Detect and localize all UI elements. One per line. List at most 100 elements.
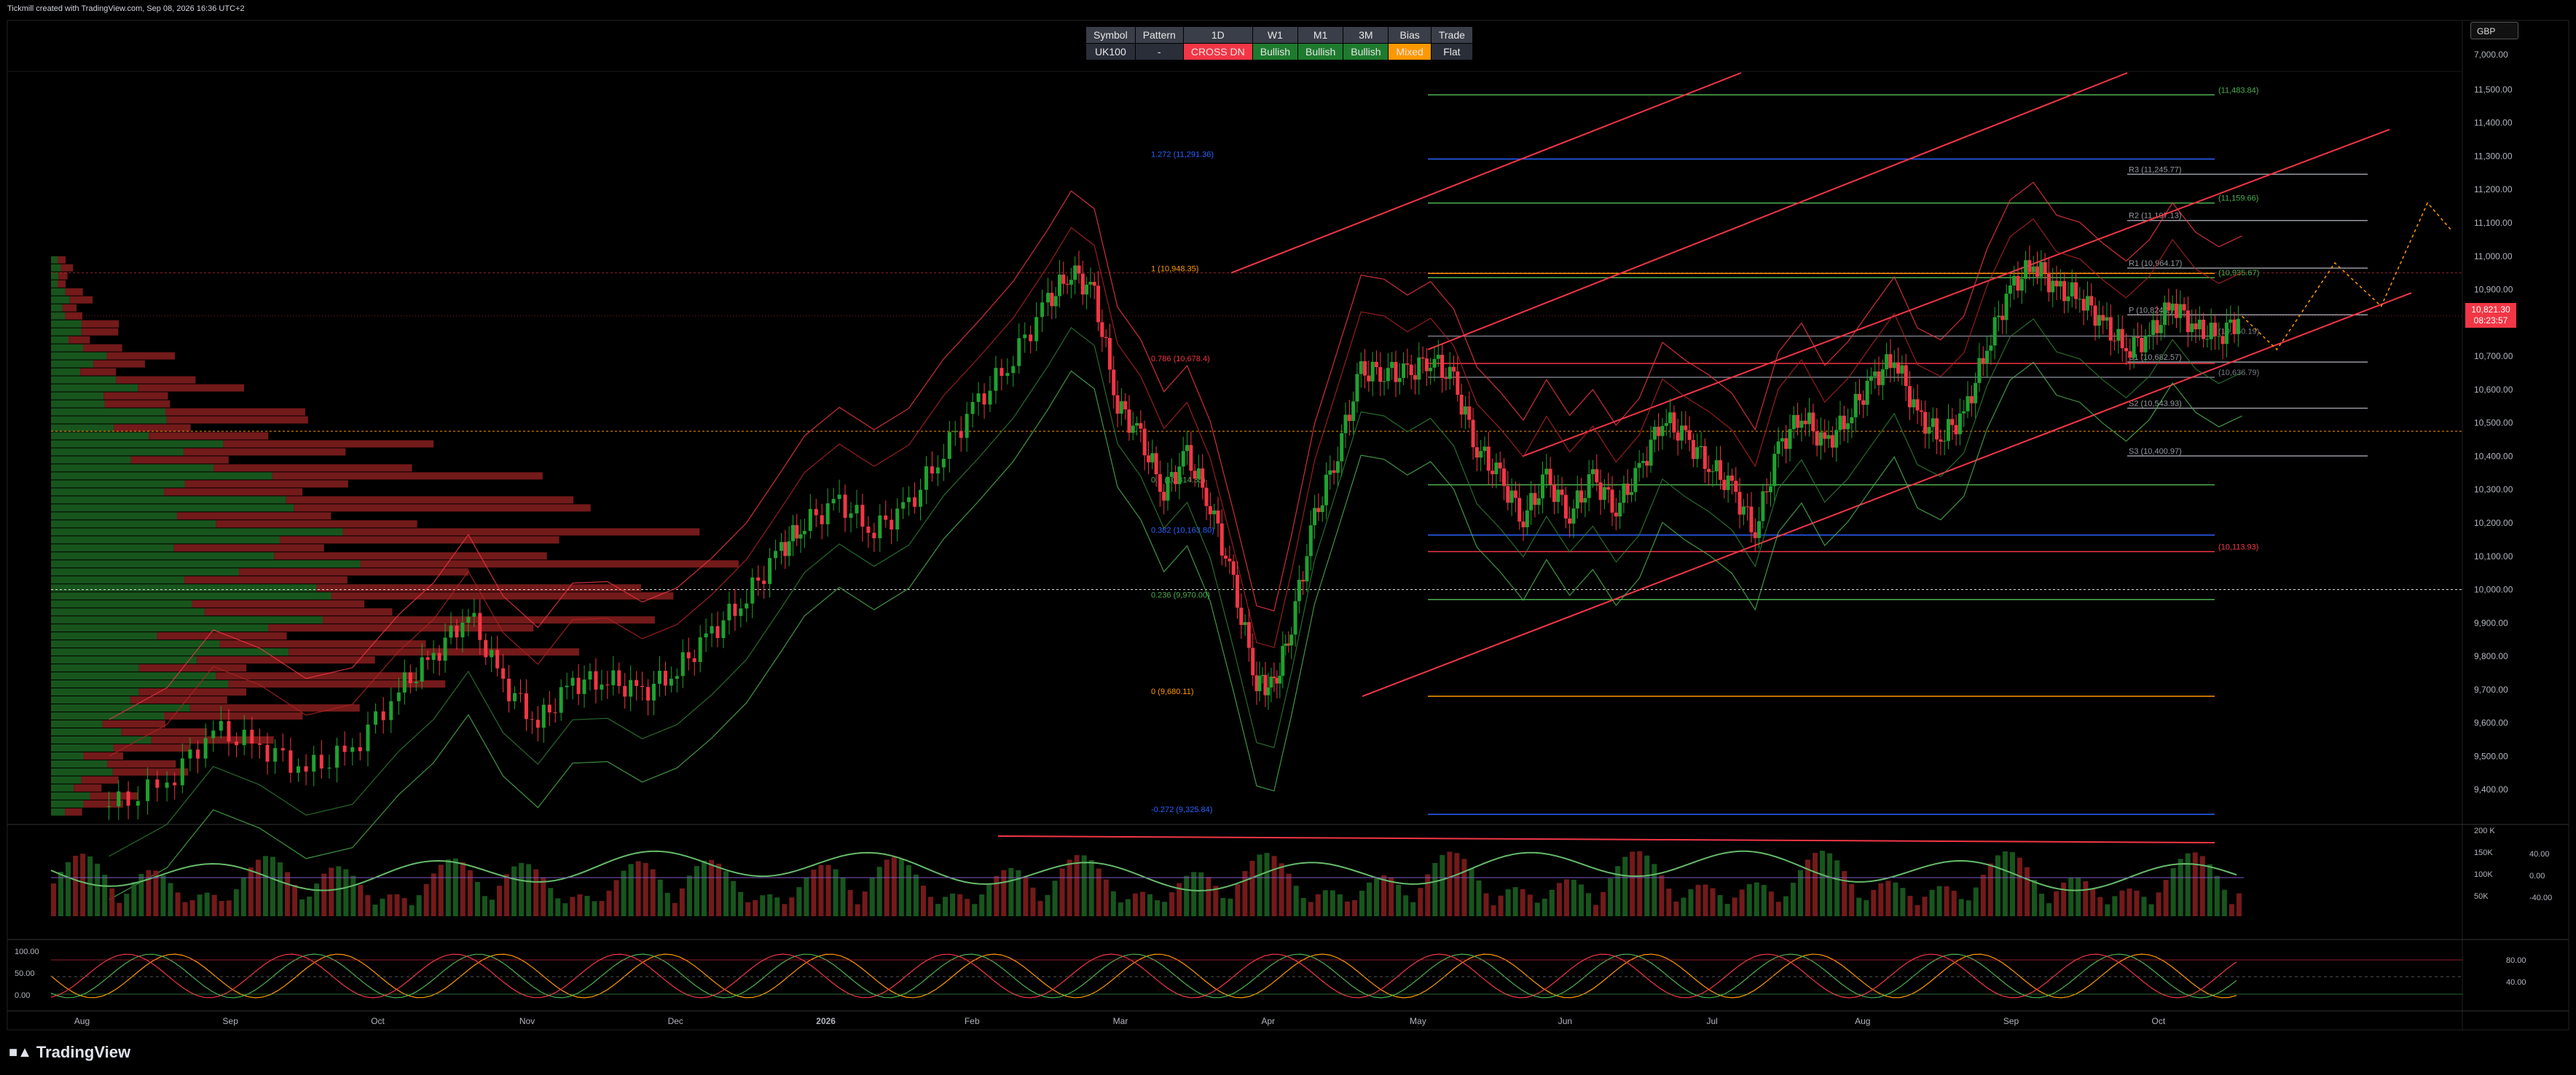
volume-bar — [1929, 889, 1935, 916]
price-chart[interactable]: 7,000.00 11,500.00 11,400.00 11,300.00 11,20… — [0, 0, 2576, 1075]
stochastic-right-label: 80.00 — [2506, 956, 2526, 965]
candle-body — [1463, 406, 1467, 415]
volume-bar — [1367, 882, 1372, 916]
volume-bar — [789, 897, 795, 916]
volume-bar — [592, 901, 597, 916]
candle-body — [1456, 371, 1460, 395]
volume-bar — [1096, 868, 1102, 916]
candle-body — [1660, 425, 1665, 436]
volume-bar — [1344, 901, 1350, 916]
volume-profile-up-bar — [51, 544, 174, 552]
candle-body — [1166, 476, 1170, 501]
volume-profile-up-bar — [51, 640, 220, 648]
candle-body — [2143, 336, 2148, 353]
volume-bar — [2185, 853, 2191, 916]
candle-body — [1005, 373, 1010, 377]
volume-bar — [1425, 874, 1431, 916]
volume-bar — [1630, 851, 1635, 916]
candle-body — [1679, 425, 1684, 441]
volume-bar — [211, 894, 217, 916]
candle-body — [2113, 340, 2117, 342]
volume-bar — [1527, 894, 1533, 916]
volume-bar — [1389, 878, 1394, 916]
candle-body — [1935, 418, 1939, 440]
candle-body — [787, 541, 791, 556]
candle-body — [1865, 380, 1869, 405]
volume-bar — [2178, 859, 2183, 916]
candle-body — [273, 748, 278, 762]
volume-profile-down-bar — [138, 664, 247, 672]
candle-body — [1992, 317, 1997, 346]
candle-body — [1509, 490, 1514, 503]
candle-body — [756, 577, 761, 581]
candle-body — [1947, 419, 1951, 441]
candle-body — [774, 551, 778, 559]
candle-body — [1869, 376, 1873, 381]
candle-body — [1413, 375, 1417, 380]
volume-profile-down-bar — [80, 368, 117, 376]
candle-body — [570, 677, 575, 686]
volume-bar — [2236, 893, 2242, 916]
volume-profile-up-bar — [51, 792, 90, 800]
volume-profile-up-bar — [51, 488, 165, 496]
volume-bar — [109, 888, 115, 916]
candle-body — [1216, 510, 1220, 524]
candle-body — [219, 721, 223, 731]
volume-bar — [541, 878, 546, 916]
volume-bar — [1308, 902, 1313, 916]
candle-body — [1703, 446, 1707, 469]
volume-profile-up-bar — [51, 528, 343, 536]
candle-body — [2012, 276, 2017, 286]
volume-profile-up-bar — [51, 288, 66, 296]
candle-body — [1969, 395, 1974, 403]
candle-body — [988, 390, 992, 405]
candle-body — [1853, 393, 1858, 417]
candle-body — [1912, 399, 1916, 408]
candle-body — [553, 712, 557, 714]
volume-bar — [2032, 879, 2038, 916]
volume-profile-up-bar — [51, 760, 108, 768]
candle-body — [495, 650, 500, 669]
volume-profile-down-bar — [294, 504, 591, 512]
volume-bar — [1608, 878, 1614, 916]
volume-bar — [1037, 901, 1043, 916]
volume-profile-down-bar — [58, 272, 68, 280]
candle-body — [146, 779, 150, 801]
volume-profile-down-bar — [228, 680, 446, 688]
candle-body — [1877, 371, 1881, 385]
candle-body — [1989, 345, 1993, 351]
volume-bar — [1454, 853, 1460, 916]
volume-bar — [1088, 859, 1094, 916]
candle-body — [2167, 302, 2171, 311]
volume-bar — [2097, 897, 2103, 916]
candle-body — [381, 711, 385, 720]
volume-bar — [1878, 883, 1884, 916]
candle-body — [265, 744, 270, 762]
candle-body — [837, 495, 841, 500]
volume-profile-up-bar — [51, 320, 82, 328]
volume-profile-up-bar — [51, 280, 58, 288]
candle-body — [1289, 634, 1294, 646]
volume-bar — [811, 869, 817, 916]
volume-bar — [869, 878, 875, 916]
upper-band-outer — [109, 181, 2242, 720]
volume-bar — [979, 894, 985, 916]
candle-body — [1174, 472, 1178, 484]
candle-body — [1011, 366, 1016, 374]
volume-profile-down-bar — [65, 808, 82, 816]
volume-bar — [825, 865, 831, 916]
volume-bar — [753, 899, 758, 916]
volume-oscillator-line — [50, 850, 2237, 892]
volume-bar — [102, 875, 108, 916]
volume-bar — [1440, 855, 1445, 916]
volume-bar — [1008, 867, 1014, 916]
volume-profile-up-bar — [51, 272, 59, 280]
tradingview-logo[interactable]: ■▲ TradingView — [9, 1043, 130, 1062]
price-tick-label: 9,900.00 — [2474, 618, 2508, 628]
candle-body — [1189, 445, 1193, 471]
volume-bar — [1249, 860, 1255, 916]
candle-body — [1784, 438, 1788, 449]
volume-profile-up-bar — [51, 480, 185, 488]
volume-bar — [1915, 905, 1920, 916]
candle-body — [1196, 468, 1201, 479]
